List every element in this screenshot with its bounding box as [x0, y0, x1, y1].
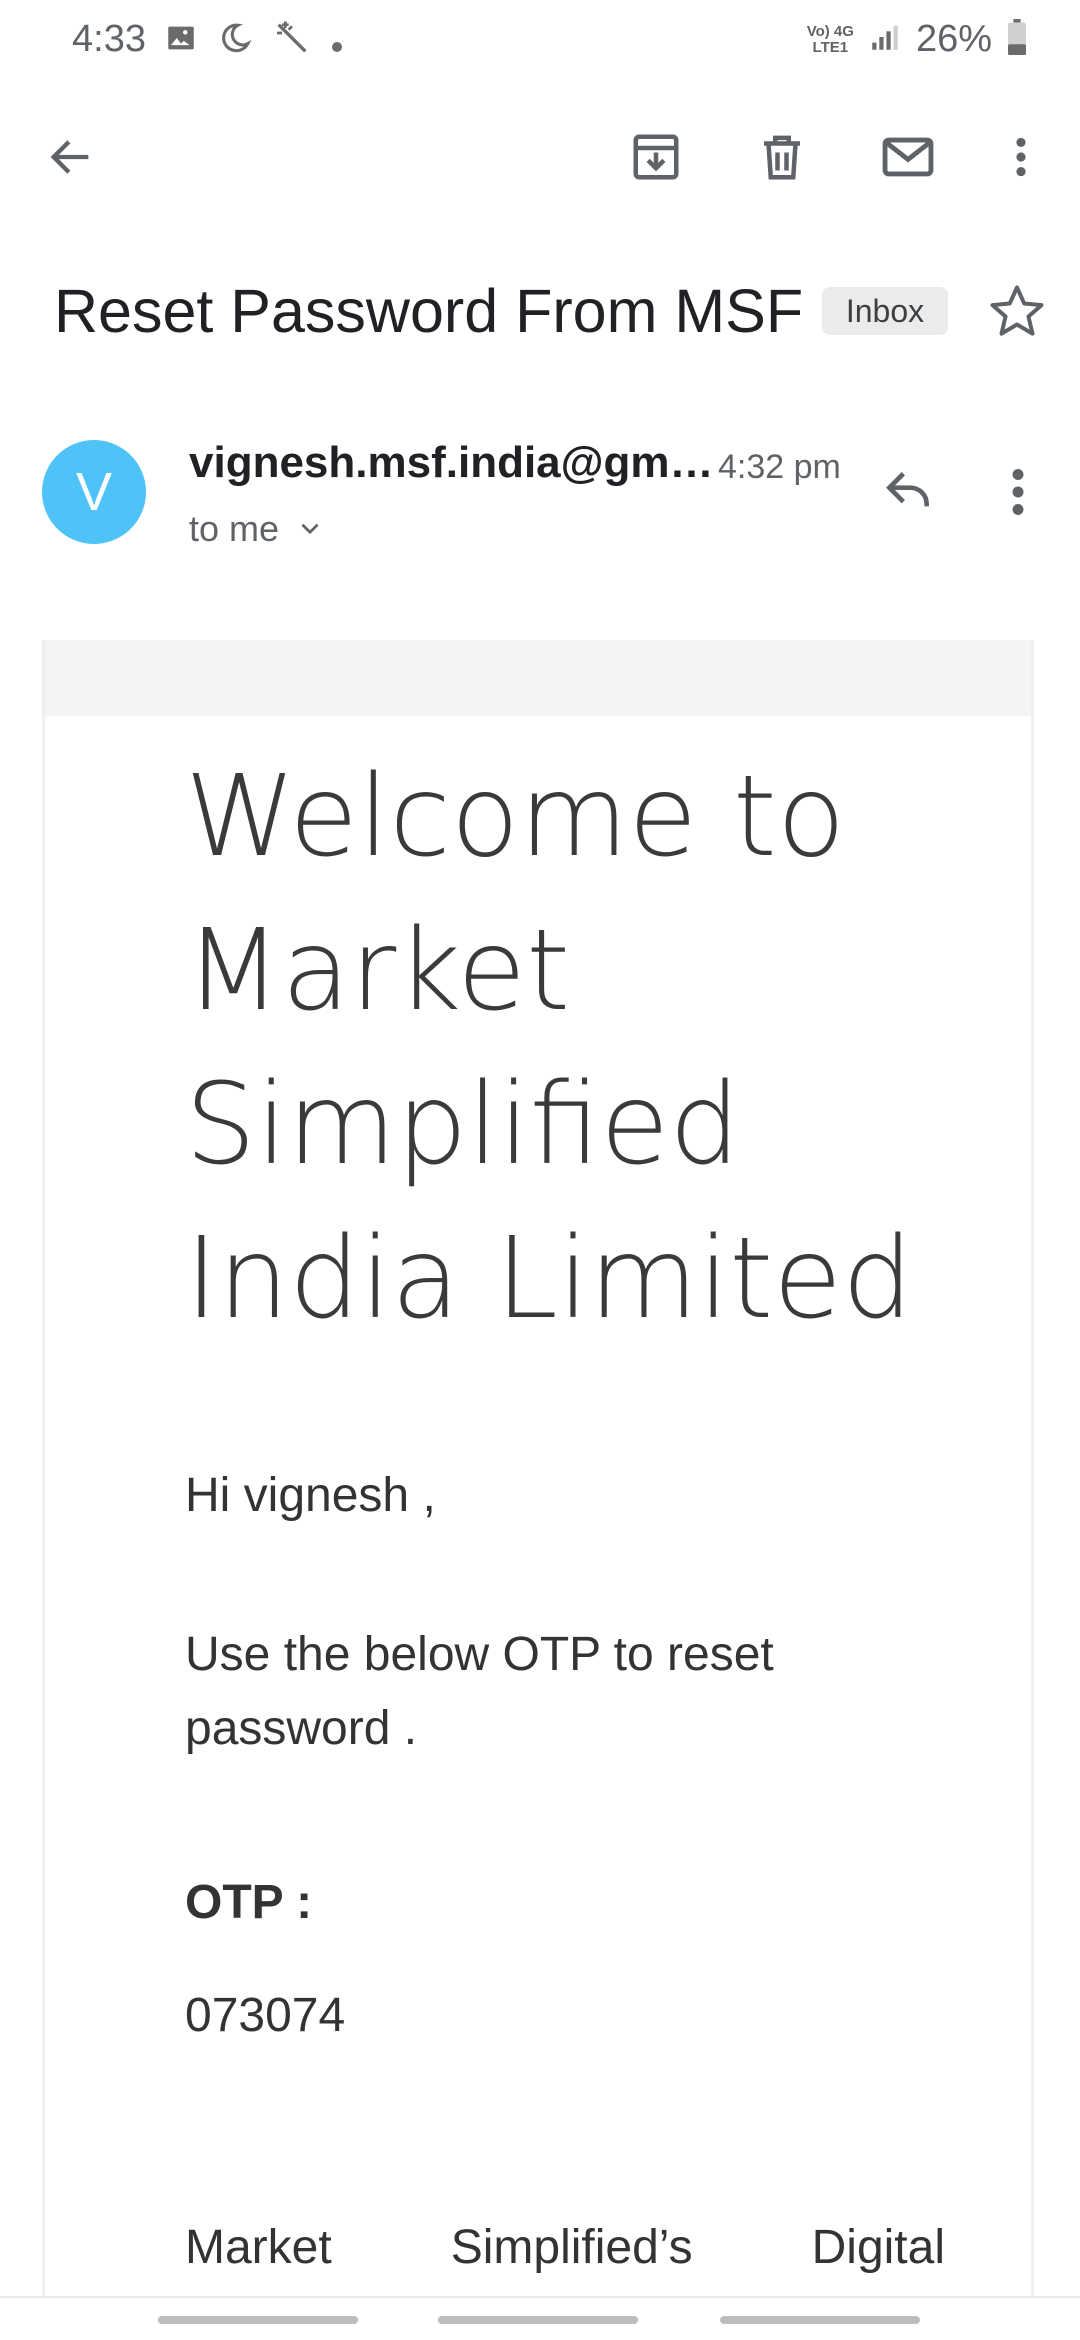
back-arrow-icon: [50, 140, 89, 174]
signal-icon: [868, 20, 902, 59]
otp-value[interactable]: 073074: [185, 1988, 345, 2043]
battery-percentage: 26%: [915, 18, 992, 60]
sender-avatar[interactable]: V: [42, 440, 146, 544]
more-vert-icon: [1012, 469, 1024, 515]
moon-icon: [218, 19, 252, 62]
inbox-label-chip[interactable]: Inbox: [822, 287, 948, 335]
delete-icon: [764, 135, 800, 180]
otp-label: OTP :: [185, 1876, 313, 1929]
battery-icon: [1006, 19, 1028, 60]
archive-icon: [633, 134, 679, 180]
more-vert-icon: [1016, 137, 1026, 177]
status-system-icons: Vo) 4G LTE1 26%: [807, 18, 1028, 61]
nav-handle-left[interactable]: [158, 2316, 358, 2324]
status-time: 4:33: [72, 18, 146, 60]
email-subject: Reset Password From MSF: [54, 277, 804, 345]
more-options-button[interactable]: [990, 126, 1052, 188]
gallery-icon: [164, 21, 198, 60]
mark-unread-icon: [882, 137, 934, 177]
nav-handle-center[interactable]: [438, 2316, 638, 2324]
nav-handle-right[interactable]: [720, 2316, 920, 2324]
footer-text: Market Simplified’s Digital: [185, 2221, 945, 2274]
status-notification-icons: [164, 18, 342, 63]
message-more-button[interactable]: [1000, 462, 1036, 522]
greeting-text: Hi vignesh ,: [185, 1469, 436, 1522]
mark-unread-button[interactable]: [877, 126, 939, 188]
notification-dot: [332, 41, 342, 52]
email-header-band: [45, 640, 1031, 716]
toolbar: [0, 106, 1080, 206]
instruction-text: Use the below OTP to reset password .: [185, 1628, 774, 1755]
network-type-icon: Vo) 4G LTE1: [806, 22, 854, 56]
reply-icon: [886, 472, 929, 507]
archive-button[interactable]: [625, 126, 687, 188]
welcome-heading: Welcome to Market Simplified India Limit…: [185, 752, 914, 1344]
delete-button[interactable]: [751, 126, 813, 188]
sender-name[interactable]: vignesh.msf.india@gm…: [189, 438, 714, 488]
recipient-details-toggle[interactable]: to me: [189, 508, 323, 550]
back-button[interactable]: [40, 126, 102, 188]
reply-button[interactable]: [878, 462, 942, 518]
magic-wand-icon: [272, 18, 312, 63]
star-icon: [990, 285, 1044, 336]
email-time: 4:32 pm: [718, 448, 841, 486]
bottom-navigation-bar: [0, 2296, 1080, 2340]
status-bar: 4:33 Vo) 4G LTE1 26%: [0, 0, 1080, 84]
chevron-down-icon: [301, 523, 319, 535]
email-body: Welcome to Market Simplified India Limit…: [42, 640, 1034, 2340]
star-button[interactable]: [985, 280, 1049, 344]
recipient-text: to me: [189, 508, 280, 549]
